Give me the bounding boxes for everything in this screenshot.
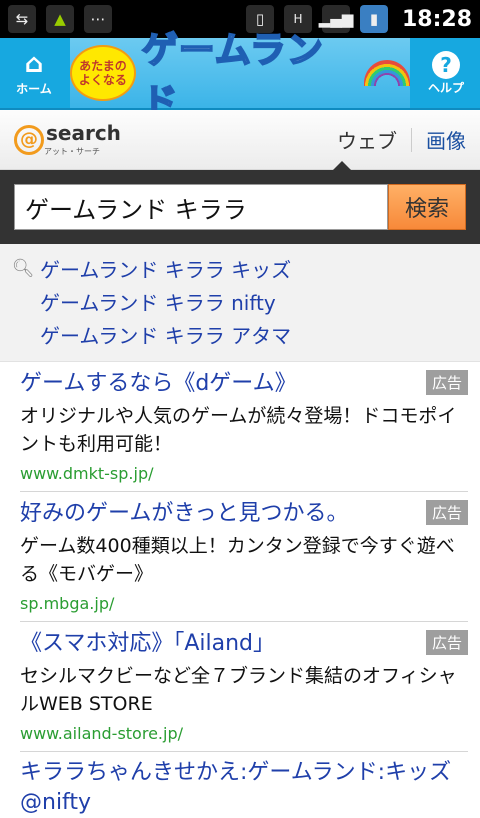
at-icon: @ [14,124,44,155]
ad-result[interactable]: 《スマホ対応》「Ailand」 広告 セシルマクビーなど全７ブランド集結のオフィ… [20,622,468,752]
more-icon: ⋯ [84,5,112,33]
ad-url[interactable]: www.dmkt-sp.jp/ [20,464,468,483]
tab-divider [411,127,412,152]
help-label: ヘルプ [427,80,464,95]
rainbow-icon [364,60,410,86]
app-bar: ⌂ ホーム あたまの よくなる ゲームランド ? ヘルプ [0,29,480,124]
results-list: ゲームするなら《dゲーム》 広告 オリジナルや人気のゲームが続々登場！ドコモポイ… [0,362,480,818]
ad-description: ゲーム数400種類以上！カンタン登録で今すぐ遊べる《モバゲー》 [20,535,455,585]
ad-url[interactable]: www.ailand-store.jp/ [20,724,468,743]
ad-badge: 広告 [425,500,468,525]
clock: 18:28 [401,6,472,32]
active-tab-indicator [333,161,351,170]
home-label: ホーム [16,81,52,96]
brand-name: search [46,120,121,145]
search-tabs: ウェブ 画像 [337,125,466,154]
search-header: @ search アット・サーチ ウェブ 画像 [0,110,480,170]
search-icon: 🔍︎ [11,258,35,279]
search-row: ゲームランド キララ 検索 [0,170,480,244]
suggestions-list: 🔍︎ ゲームランド キララ キッズ ゲームランド キララ nifty ゲームラン… [0,244,480,362]
usb-icon: ⇆ [8,5,36,33]
ad-title[interactable]: 《スマホ対応》「Ailand」 [20,628,412,660]
game-land-logo[interactable]: あたまの よくなる ゲームランド [70,29,410,124]
search-input[interactable]: ゲームランド キララ [14,184,388,230]
suggestion-item[interactable]: ゲームランド キララ nifty [12,285,480,318]
brand-sub: アット・サーチ [44,146,100,156]
suggestion-text: ゲームランド キララ アタマ [40,324,292,348]
help-button[interactable]: ? ヘルプ [412,38,480,108]
logo-badge: あたまの よくなる [70,45,136,101]
help-icon: ? [432,50,460,79]
ad-description: オリジナルや人気のゲームが続々登場！ドコモポイントも利用可能！ [20,405,457,455]
ad-result[interactable]: ゲームするなら《dゲーム》 広告 オリジナルや人気のゲームが続々登場！ドコモポイ… [20,362,468,492]
ad-description: セシルマクビーなど全７ブランド集結のオフィシャルWEB STORE [20,665,457,715]
ad-badge: 広告 [425,630,468,655]
android-icon: ▲ [46,5,74,33]
tab-image[interactable]: 画像 [426,125,466,154]
suggestion-text: ゲームランド キララ nifty [40,291,276,315]
home-icon: ⌂ [24,48,44,79]
ad-title[interactable]: ゲームするなら《dゲーム》 [20,368,412,400]
at-search-logo[interactable]: @ search アット・サーチ [14,123,121,157]
result-title[interactable]: キララちゃんきせかえ:ゲームランド:キッズ@nifty [20,752,468,818]
ad-result[interactable]: 好みのゲームがきっと見つかる。 広告 ゲーム数400種類以上！カンタン登録で今す… [20,492,468,622]
ad-url[interactable]: sp.mbga.jp/ [20,594,468,613]
tab-web[interactable]: ウェブ [337,125,397,154]
suggestion-item[interactable]: ゲームランド キララ アタマ [12,318,480,351]
ad-badge: 広告 [425,370,468,395]
suggestion-item[interactable]: 🔍︎ ゲームランド キララ キッズ [12,252,480,285]
ad-title[interactable]: 好みのゲームがきっと見つかる。 [20,498,412,530]
search-button[interactable]: 検索 [388,184,466,230]
suggestion-text: ゲームランド キララ キッズ [40,258,292,282]
battery-icon: ▮ [359,5,388,33]
home-button[interactable]: ⌂ ホーム [0,38,68,108]
